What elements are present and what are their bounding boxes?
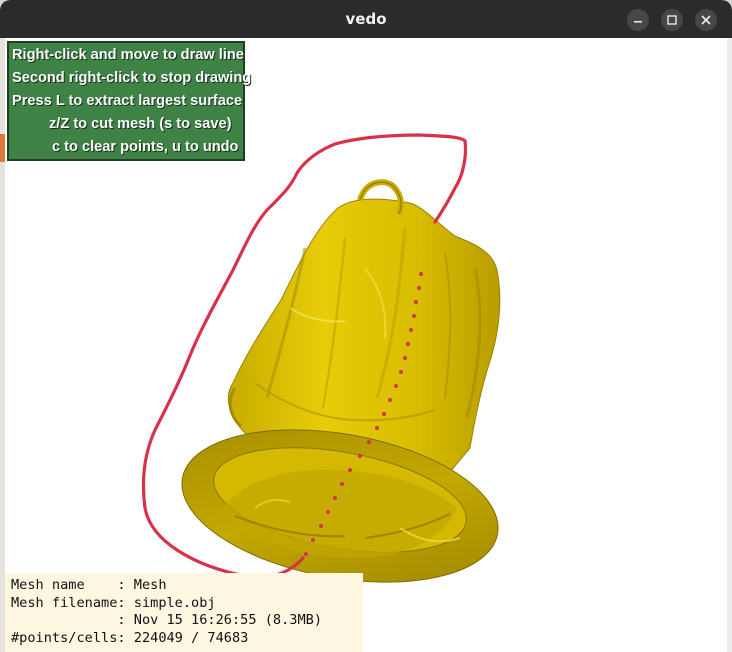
info-mesh-name: Mesh name : Mesh <box>11 577 167 593</box>
info-mesh-filename: Mesh filename: simple.obj <box>11 594 216 611</box>
help-line-3: Press L to extract largest surface <box>12 93 243 109</box>
title-bar[interactable]: vedo <box>0 0 732 38</box>
window-right-edge <box>727 38 732 652</box>
help-line-4: z/Z to cut mesh (s to save) <box>49 116 232 132</box>
close-button[interactable] <box>695 9 717 31</box>
app-window: vedo Right-click and move to draw line S… <box>0 0 732 652</box>
minimize-icon <box>634 21 642 23</box>
info-mesh-date: : Nov 15 16:26:55 (8.3MB) <box>11 612 322 628</box>
help-line-2: Second right-click to stop drawing <box>12 70 252 86</box>
help-line-1: Right-click and move to draw line <box>12 47 244 63</box>
close-icon <box>701 15 711 25</box>
red-contour-upper <box>433 139 468 224</box>
mesh-info-panel: Mesh name : Mesh Mesh filename: simple.ob… <box>5 573 363 652</box>
window-title: vedo <box>345 10 387 28</box>
minimize-button[interactable] <box>627 9 649 31</box>
maximize-icon <box>667 15 677 25</box>
info-points-cells: #points/cells: 224049 / 74683 <box>11 629 249 646</box>
help-line-5: c to clear points, u to undo <box>52 139 239 155</box>
help-instructions-panel: Right-click and move to draw line Second… <box>7 41 252 161</box>
maximize-button[interactable] <box>661 9 683 31</box>
